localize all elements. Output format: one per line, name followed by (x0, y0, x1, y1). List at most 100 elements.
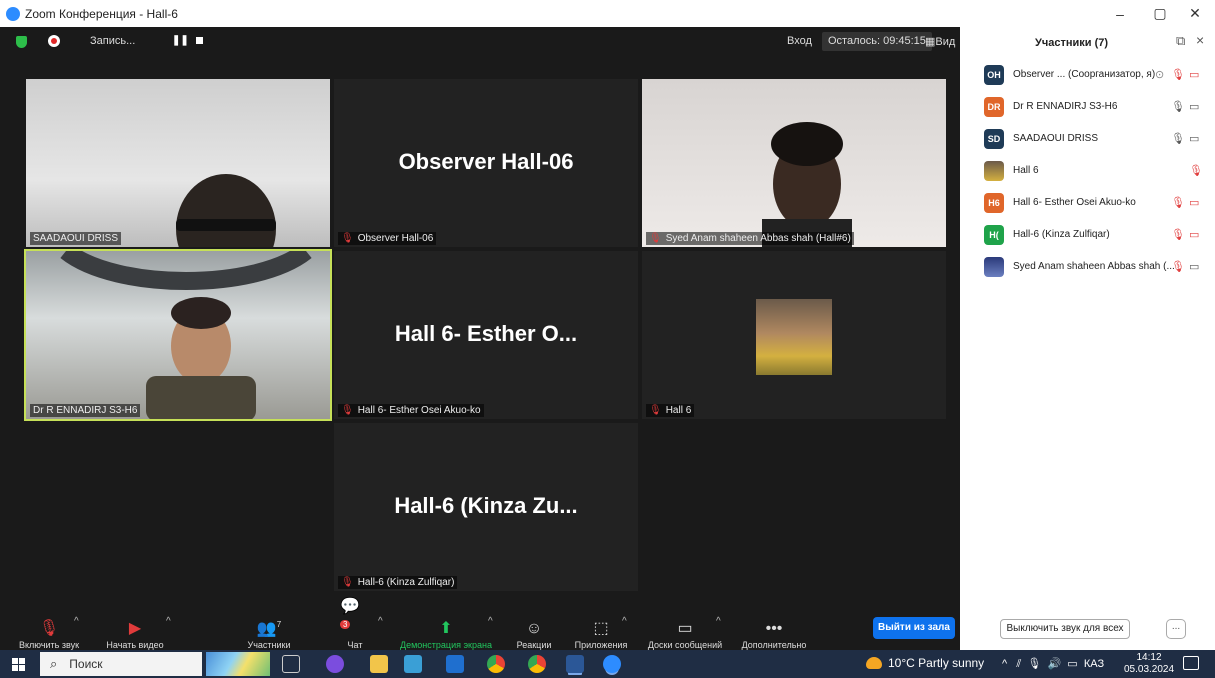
login-link[interactable]: Вход (787, 35, 812, 47)
popout-icon[interactable]: ⧉ (1176, 33, 1185, 49)
zoom-taskbar-icon[interactable] (603, 655, 621, 673)
meeting-top-bar: Запись... ❚❚ Вход Осталось: 09:45:15 ▦Ви… (0, 27, 960, 57)
stop-recording-button[interactable] (196, 37, 203, 44)
video-off-icon: ▶ (128, 620, 142, 637)
video-tile-observer[interactable]: Observer Hall-06 🎙 Observer Hall-06 (334, 79, 638, 247)
close-panel-icon[interactable]: × (1196, 32, 1204, 48)
tile-name-label: 🎙 Hall-6 (Kinza Zulfiqar) (338, 576, 458, 589)
panel-more-button[interactable]: ... (1166, 619, 1186, 639)
participant-name: Hall 6 (1013, 165, 1039, 176)
audio-options-chevron-icon[interactable]: ^ (74, 616, 79, 627)
taskbar-search-box[interactable]: ⌕ Поиск (40, 652, 202, 676)
leave-room-button[interactable]: Выйти из зала (873, 617, 955, 639)
avatar (984, 160, 1004, 181)
participants-button[interactable]: 👥7 Участники (240, 612, 298, 650)
zoom-logo-icon (6, 6, 20, 21)
video-icon[interactable]: ▭ (1189, 260, 1199, 273)
video-tile-hall6[interactable]: 🎙 Hall 6 (642, 251, 946, 419)
app-icon-1[interactable] (326, 655, 344, 673)
reactions-button[interactable]: ☺ Реакции (512, 612, 556, 650)
mic-muted-icon[interactable]: 🎙 (1171, 68, 1185, 81)
participant-row[interactable]: H6 Hall 6- Esther Osei Akuo-ko 🎙 ▭ (960, 187, 1215, 218)
chat-options-chevron-icon[interactable]: ^ (378, 616, 383, 627)
security-shield-icon[interactable] (16, 36, 27, 48)
meeting-toolbar: 🎙 Включить звук ^ ▶ Начать видео ^ 👥7 Уч… (0, 598, 960, 650)
mic-muted-icon[interactable]: 🎙 (1171, 196, 1185, 209)
participant-row[interactable]: SD SAADAOUI DRISS 🎙 ▭ (960, 123, 1215, 154)
start-video-button[interactable]: ▶ Начать видео (100, 612, 170, 650)
participant-name: Hall-6 (Kinza Zulfiqar) (1013, 229, 1110, 240)
view-button[interactable]: ▦Вид (925, 35, 955, 48)
meeting-area: Запись... ❚❚ Вход Осталось: 09:45:15 ▦Ви… (0, 27, 960, 650)
whiteboards-options-chevron-icon[interactable]: ^ (716, 616, 721, 627)
word-icon[interactable] (566, 655, 584, 673)
weather-icon (866, 657, 882, 669)
participant-row[interactable]: OH Observer ... (Соорганизатор, я) ⊙ 🎙 ▭ (960, 59, 1215, 90)
windows-start-icon[interactable] (12, 658, 25, 671)
video-icon[interactable]: ▭ (1189, 100, 1199, 113)
mic-muted-icon: 🎙 (649, 233, 662, 244)
close-button[interactable]: ✕ (1175, 0, 1215, 27)
notifications-icon[interactable] (1183, 656, 1199, 670)
mic-muted-icon[interactable]: 🎙 (1171, 228, 1185, 241)
video-tile-saadaoui[interactable]: SAADAOUI DRISS (26, 79, 330, 247)
video-tile-esther[interactable]: Hall 6- Esther O... 🎙 Hall 6- Esther Osei… (334, 251, 638, 419)
more-button[interactable]: ••• Дополнительно (736, 612, 812, 650)
chat-button[interactable]: 💬3 Чат (340, 598, 370, 650)
pause-recording-button[interactable]: ❚❚ (172, 35, 189, 46)
participants-panel: Участники (7) ⧉ × OH Observer ... (Соорг… (960, 27, 1215, 650)
tile-big-name: Observer Hall-06 (398, 149, 574, 174)
video-options-chevron-icon[interactable]: ^ (166, 616, 171, 627)
task-view-icon[interactable] (282, 655, 300, 673)
file-explorer-icon[interactable] (370, 655, 388, 673)
mic-tray-icon[interactable]: 🎙 (1027, 658, 1041, 670)
language-indicator[interactable]: КАЗ (1084, 658, 1104, 670)
system-tray[interactable]: ^ ⫽ 🎙 🔊 ▭ КАЗ (1002, 657, 1104, 671)
calendar-app-icon[interactable] (404, 655, 422, 673)
participant-row[interactable]: H( Hall-6 (Kinza Zulfiqar) 🎙 ▭ (960, 219, 1215, 250)
chrome-profile-icon[interactable] (528, 655, 546, 673)
clock[interactable]: 14:12 05.03.2024 (1124, 652, 1174, 676)
maximize-button[interactable]: ▢ (1140, 0, 1180, 27)
network-icon[interactable]: ⫽ (1016, 658, 1021, 670)
participant-row[interactable]: Hall 6 🎙 (960, 155, 1215, 186)
mic-icon[interactable]: 🎙 (1171, 132, 1185, 145)
mic-muted-icon: 🎙 (38, 620, 60, 637)
reactions-icon: ☺ (525, 620, 543, 637)
whiteboard-icon: ▭ (677, 620, 693, 637)
mic-muted-icon[interactable]: 🎙 (1189, 164, 1203, 177)
video-off-icon[interactable]: ▭ (1189, 228, 1199, 241)
mic-icon[interactable]: 🎙 (1171, 100, 1185, 113)
share-screen-button[interactable]: ⬆ Демонстрация экрана (396, 612, 496, 650)
mute-all-button[interactable]: Выключить звук для всех (1000, 619, 1130, 639)
profile-picture (756, 299, 832, 375)
share-options-chevron-icon[interactable]: ^ (488, 616, 493, 627)
apps-options-chevron-icon[interactable]: ^ (622, 616, 627, 627)
weather-widget[interactable]: 10°C Partly sunny (866, 656, 984, 670)
video-tile-syed[interactable]: 🎙 Syed Anam shaheen Abbas shah (Hall#6) (642, 79, 946, 247)
participant-row[interactable]: Syed Anam shaheen Abbas shah (... 🎙 ▭ (960, 251, 1215, 282)
search-label: Поиск (69, 657, 103, 671)
minimize-button[interactable]: – (1100, 0, 1140, 27)
video-icon[interactable]: ▭ (1189, 132, 1199, 145)
video-tile-kinza[interactable]: Hall-6 (Kinza Zu... 🎙 Hall-6 (Kinza Zulfi… (334, 423, 638, 591)
participant-name: Dr R ENNADIRJ S3-H6 (1013, 101, 1118, 112)
battery-icon[interactable]: ▭ (1067, 658, 1077, 670)
participant-row[interactable]: DR Dr R ENNADIRJ S3-H6 🎙 ▭ (960, 91, 1215, 122)
video-off-icon[interactable]: ▭ (1189, 196, 1199, 209)
tile-big-name: Hall 6- Esther O... (394, 321, 578, 346)
recording-status: Запись... (90, 35, 136, 47)
mail-icon[interactable] (446, 655, 464, 673)
chrome-icon[interactable] (487, 655, 505, 673)
search-highlight-image[interactable] (206, 652, 270, 676)
participant-name: Observer ... (Соорганизатор, я) (1013, 69, 1156, 80)
share-indicator-icon: ⊙ (1155, 69, 1165, 81)
tile-name-label: 🎙 Hall 6- Esther Osei Akuo-ko (338, 404, 484, 417)
mic-muted-icon[interactable]: 🎙 (1171, 260, 1185, 273)
volume-icon[interactable]: 🔊 (1047, 658, 1061, 670)
tray-chevron-icon[interactable]: ^ (1002, 658, 1007, 670)
video-tile-ennadirj[interactable]: Dr R ENNADIRJ S3-H6 (24, 249, 332, 421)
participant-name: Syed Anam shaheen Abbas shah (... (1013, 261, 1175, 272)
video-off-icon[interactable]: ▭ (1189, 68, 1199, 81)
avatar: SD (984, 128, 1004, 149)
